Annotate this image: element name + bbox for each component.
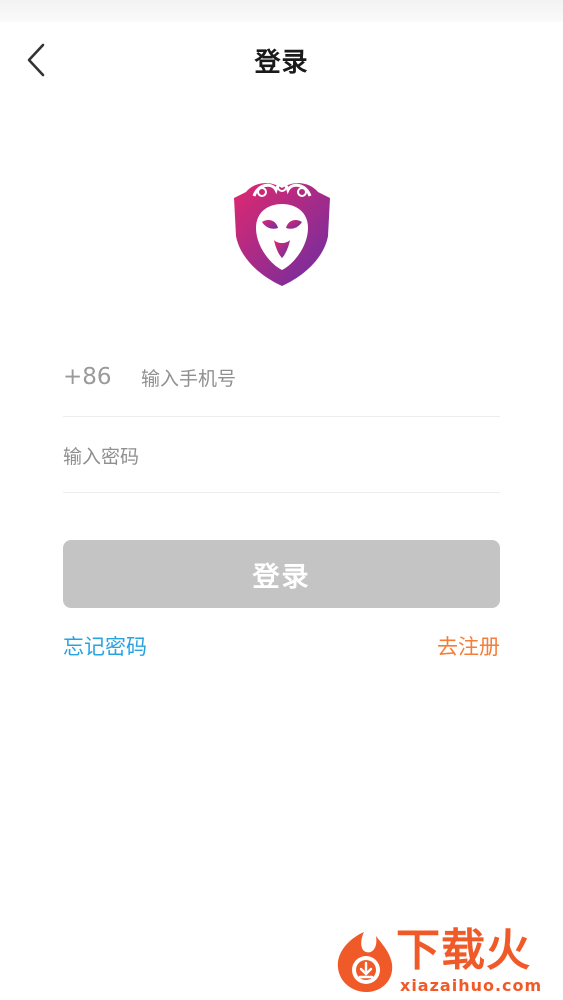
watermark-text: 下载火 [396, 925, 531, 976]
phone-input[interactable] [141, 362, 491, 396]
app-logo [232, 178, 332, 288]
header-bar: 登录 [0, 22, 563, 98]
phone-field-row: +86 [63, 346, 500, 417]
watermark: 下载火 xiazaihuo.com [330, 924, 560, 996]
register-link[interactable]: 去注册 [437, 631, 500, 661]
login-button[interactable]: 登录 [63, 540, 500, 608]
password-field-row [63, 418, 500, 493]
watermark-url: xiazaihuo.com [400, 976, 543, 995]
status-bar [0, 0, 563, 22]
download-flame-icon [337, 932, 393, 992]
forgot-password-link[interactable]: 忘记密码 [63, 631, 147, 661]
password-input[interactable] [63, 440, 493, 474]
monkey-shield-logo-icon [234, 182, 330, 286]
country-code[interactable]: +86 [63, 364, 112, 390]
page-title: 登录 [254, 48, 309, 78]
